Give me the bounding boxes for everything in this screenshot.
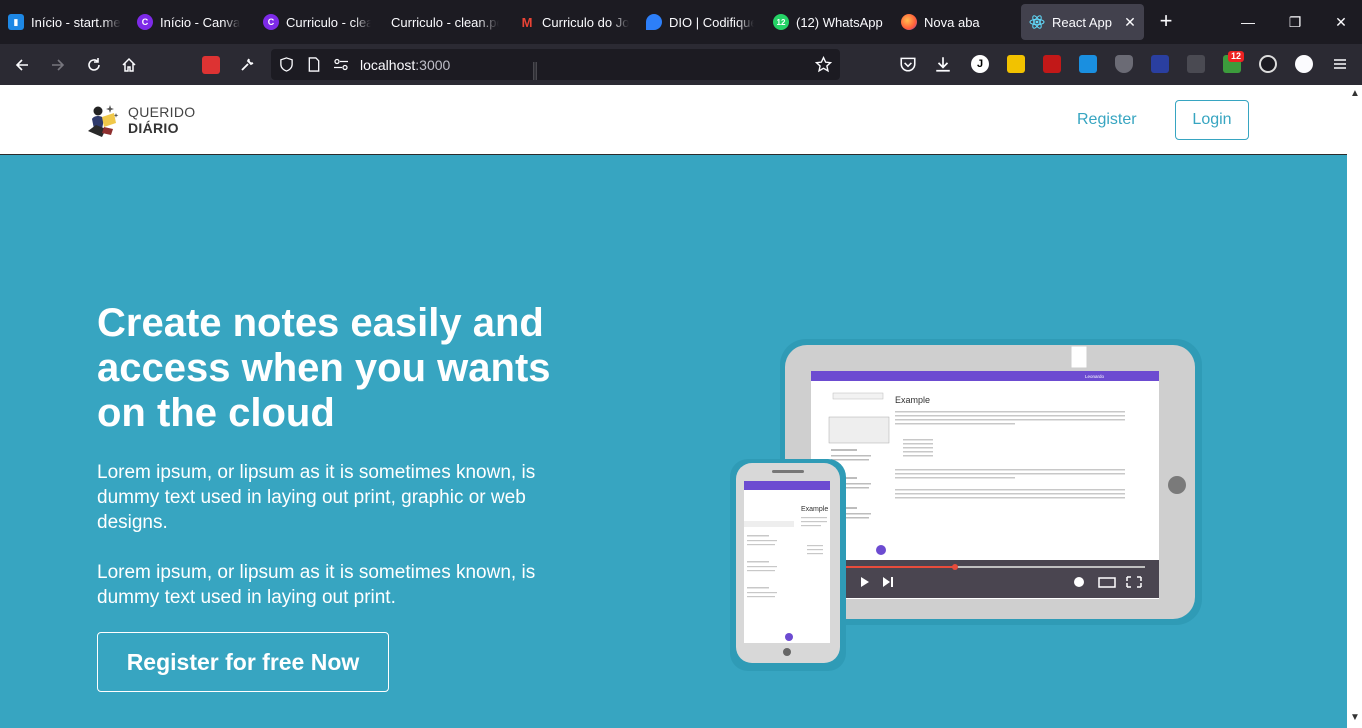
close-window-button[interactable]: ✕ [1329, 10, 1353, 34]
logo-reader-icon [88, 105, 119, 137]
minimize-button[interactable]: — [1236, 10, 1260, 34]
tab-label: React App [1052, 14, 1112, 30]
permissions-icon[interactable] [333, 58, 349, 71]
logo-text: QUERIDO DIÁRIO [128, 104, 195, 136]
reload-button[interactable] [81, 52, 107, 78]
phone-app-bar [744, 481, 830, 490]
tab-dio[interactable]: DIO | Codifique [646, 4, 754, 40]
tab-curriculo-canva[interactable]: C Curriculo - clean [263, 4, 371, 40]
devtools-button[interactable] [234, 52, 260, 78]
tablet-user: Leonardo [1085, 374, 1105, 379]
logo[interactable]: QUERIDO DIÁRIO [86, 101, 195, 139]
tab-label: Início - Canva [160, 14, 241, 30]
register-free-button[interactable]: Register for free Now [97, 632, 389, 692]
hero-title: Create notes easily and access when you … [97, 301, 551, 435]
page-scrollbar[interactable] [1347, 85, 1362, 728]
extension-j-icon[interactable]: J [971, 55, 989, 73]
tab-gmail[interactable]: M Curriculo do Jor [519, 4, 629, 40]
tab-label: Início - start.me [31, 14, 121, 30]
tab-whatsapp[interactable]: 12 (12) WhatsApp [773, 4, 883, 40]
tab-label: Curriculo - clean.pd [391, 14, 499, 30]
new-tab-button[interactable]: + [1154, 10, 1178, 34]
dio-icon [646, 14, 662, 30]
tablet-home-button [1168, 476, 1186, 494]
back-button[interactable] [9, 52, 35, 78]
bookmark-star-icon[interactable] [815, 56, 832, 73]
tab-bar: ▮ Início - start.me C Início - Canva C C… [0, 0, 1362, 44]
phone-heading: Example [801, 506, 828, 513]
extension-cube-icon[interactable] [1187, 55, 1205, 73]
forward-arrow-icon [52, 59, 65, 71]
tab-label: Curriculo do Jor [542, 14, 629, 30]
url-host: localhost [360, 57, 416, 73]
pocket-icon[interactable] [899, 55, 917, 73]
tab-curriculo-pdf[interactable]: Curriculo - clean.pd [391, 4, 499, 40]
tab-startme[interactable]: ▮ Início - start.me [8, 4, 126, 40]
tablet-heading: Example [895, 395, 930, 405]
canva-icon: C [263, 14, 279, 30]
extension-badge-count: 12 [1228, 51, 1245, 62]
home-button[interactable] [116, 52, 142, 78]
startme-icon: ▮ [8, 14, 24, 30]
tab-canva-home[interactable]: C Início - Canva [137, 4, 249, 40]
register-link[interactable]: Register [1077, 111, 1137, 129]
site-header: QUERIDO DIÁRIO Register Login [0, 85, 1347, 155]
text-cursor-icon [533, 62, 537, 80]
video-progress [839, 566, 955, 568]
wrench-icon [241, 58, 254, 71]
extension-edge-icon[interactable] [1259, 55, 1277, 73]
tablet-add-note-icon [876, 545, 886, 555]
scroll-up-arrow-icon[interactable]: ▲ [1350, 88, 1360, 99]
phone-add-note-icon [785, 633, 793, 641]
extension-bolt-icon[interactable] [1151, 55, 1169, 73]
back-arrow-icon [15, 59, 28, 71]
tab-react-app[interactable]: React App ✕ [1021, 4, 1144, 40]
tab-label: (12) WhatsApp [796, 14, 883, 30]
extension-pen-icon[interactable] [1043, 55, 1061, 73]
phone-home-button [783, 648, 791, 656]
bug-icon [202, 56, 220, 74]
logo-line2: DIÁRIO [128, 120, 179, 136]
tab-label: Nova aba [924, 14, 980, 30]
tab-label: Curriculo - clean [286, 14, 371, 30]
page-content: QUERIDO DIÁRIO Register Login Create not… [0, 85, 1347, 728]
tab-label: DIO | Codifique [669, 14, 754, 30]
extension-blue-icon[interactable] [1079, 55, 1097, 73]
menu-icon[interactable] [1332, 56, 1348, 72]
extension-notes-icon[interactable] [1007, 55, 1025, 73]
tab-nova-aba[interactable]: Nova aba [901, 4, 1001, 40]
extension-screenshot-button[interactable] [198, 52, 224, 78]
login-button[interactable]: Login [1175, 100, 1249, 140]
video-player-bar [829, 560, 1159, 598]
restore-button[interactable]: ❐ [1283, 10, 1307, 34]
url-bar[interactable]: localhost:3000 [271, 49, 840, 80]
reload-icon [88, 58, 100, 71]
home-icon [122, 57, 136, 72]
close-tab-icon[interactable]: ✕ [1122, 14, 1138, 30]
react-icon [1029, 14, 1045, 30]
logo-line1: QUERIDO [128, 104, 196, 120]
account-icon[interactable] [1295, 55, 1313, 73]
canva-icon: C [137, 14, 153, 30]
hero-paragraph-1: Lorem ipsum, or lipsum as it is sometime… [97, 462, 536, 533]
firefox-icon [901, 14, 917, 30]
url-port: :3000 [415, 57, 451, 73]
gmail-icon: M [521, 14, 533, 30]
shield-icon [280, 57, 293, 72]
page-icon [308, 57, 320, 72]
settings-gear-icon [1074, 577, 1084, 587]
devices-illustration: Example Leonardo Example [730, 339, 1202, 671]
tablet-app-bar [811, 371, 1159, 381]
forward-button[interactable] [45, 52, 71, 78]
url-text: localhost:3000 [360, 57, 450, 73]
extension-shield-icon[interactable] [1115, 55, 1133, 73]
whatsapp-icon: 12 [773, 14, 789, 30]
downloads-icon[interactable] [934, 55, 952, 73]
scroll-down-arrow-icon[interactable]: ▼ [1350, 712, 1360, 723]
hero-paragraph-2: Lorem ipsum, or lipsum as it is sometime… [97, 562, 536, 608]
